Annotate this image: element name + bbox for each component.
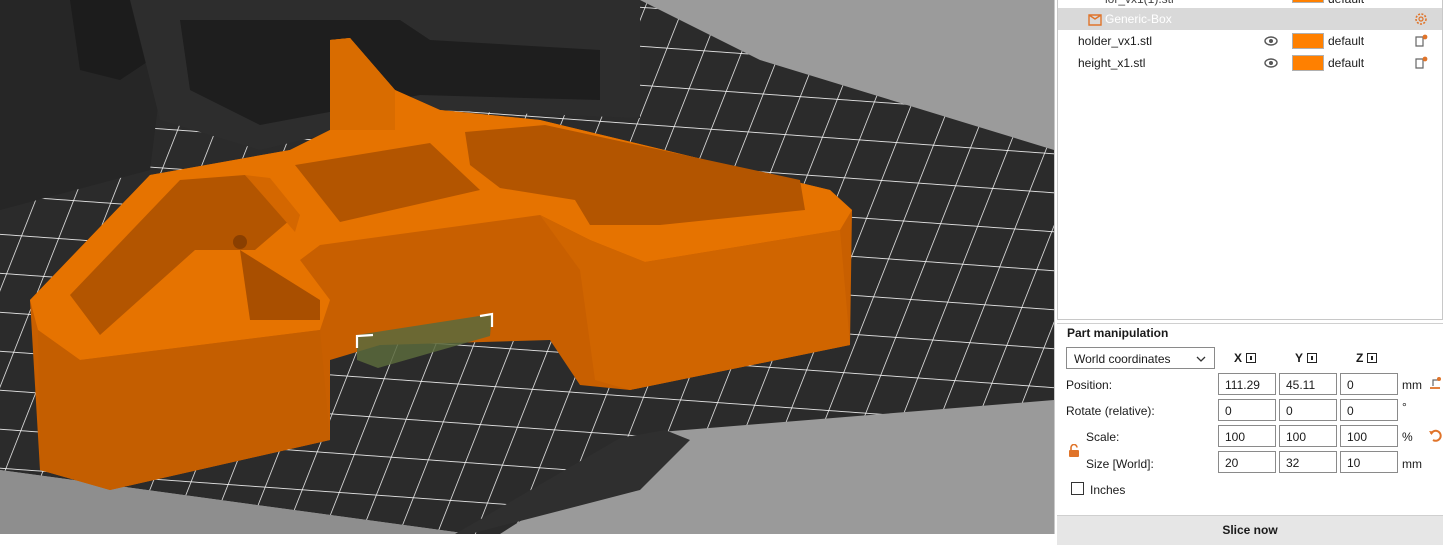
coordinates-value: World coordinates [1074, 352, 1171, 366]
object-name: holder_vx1.stl [1078, 34, 1153, 48]
object-name: height_x1.stl [1078, 56, 1146, 70]
scene[interactable] [0, 0, 1054, 534]
reset-scale-icon[interactable] [1428, 428, 1442, 442]
right-sidebar: lor_vx1(1).stl default Generic-Box holde… [1054, 0, 1444, 545]
inches-checkbox[interactable] [1071, 482, 1084, 495]
slice-now-label: Slice now [1222, 523, 1278, 537]
edit-settings-icon[interactable] [1414, 34, 1428, 48]
inches-label: Inches [1090, 483, 1126, 497]
eye-icon[interactable] [1264, 57, 1278, 69]
eye-icon[interactable] [1264, 35, 1278, 47]
gear-icon[interactable] [1414, 12, 1428, 26]
box-modifier-icon [1088, 14, 1102, 26]
scale-label: Scale: [1086, 430, 1120, 444]
rotate-y-input[interactable]: 0 [1279, 399, 1337, 421]
scale-y-input[interactable]: 100 [1279, 425, 1337, 447]
position-x-input[interactable]: 111.29 [1218, 373, 1276, 395]
rotate-x-input[interactable]: 0 [1218, 399, 1276, 421]
edit-settings-icon[interactable] [1414, 56, 1428, 70]
object-row[interactable]: lor_vx1(1).stl default [1058, 0, 1442, 8]
color-swatch[interactable] [1292, 55, 1324, 71]
axis-icon [1307, 353, 1318, 363]
rotate-z-input[interactable]: 0 [1340, 399, 1398, 421]
object-row-selected[interactable]: Generic-Box [1058, 8, 1442, 30]
extruder-label: default [1328, 56, 1365, 70]
size-z-input[interactable]: 10 [1340, 451, 1398, 473]
object-row[interactable]: holder_vx1.stl default [1058, 30, 1442, 52]
coordinates-select[interactable]: World coordinates [1066, 347, 1215, 369]
color-swatch[interactable] [1292, 0, 1324, 3]
size-label: Size [World]: [1086, 457, 1154, 471]
unlock-icon[interactable] [1068, 444, 1080, 458]
size-unit: mm [1402, 457, 1422, 471]
size-x-input[interactable]: 20 [1218, 451, 1276, 473]
drop-to-bed-icon[interactable] [1428, 376, 1442, 390]
3d-viewport[interactable] [0, 0, 1054, 534]
axis-x-header: X [1234, 351, 1257, 365]
object-list[interactable]: lor_vx1(1).stl default Generic-Box holde… [1057, 0, 1443, 320]
scale-unit: % [1402, 430, 1413, 444]
rotate-unit: ° [1402, 400, 1407, 414]
object-name: Generic-Box [1105, 12, 1172, 26]
position-unit: mm [1402, 378, 1422, 392]
axis-z-header: Z [1356, 351, 1378, 365]
scale-z-input[interactable]: 100 [1340, 425, 1398, 447]
section-divider [1057, 323, 1443, 324]
slice-now-button[interactable]: Slice now [1057, 515, 1443, 545]
position-y-input[interactable]: 45.11 [1279, 373, 1337, 395]
axis-icon [1367, 353, 1378, 363]
color-swatch[interactable] [1292, 33, 1324, 49]
axis-y-header: Y [1295, 351, 1318, 365]
scale-x-input[interactable]: 100 [1218, 425, 1276, 447]
axis-icon [1246, 353, 1257, 363]
rotate-label: Rotate (relative): [1066, 404, 1155, 418]
size-y-input[interactable]: 32 [1279, 451, 1337, 473]
object-row[interactable]: height_x1.stl default [1058, 52, 1442, 74]
extruder-label: default [1328, 34, 1365, 48]
chevron-down-icon [1196, 356, 1206, 362]
position-label: Position: [1066, 378, 1113, 392]
position-z-input[interactable]: 0 [1340, 373, 1398, 395]
part-manipulation-title: Part manipulation [1067, 326, 1169, 340]
